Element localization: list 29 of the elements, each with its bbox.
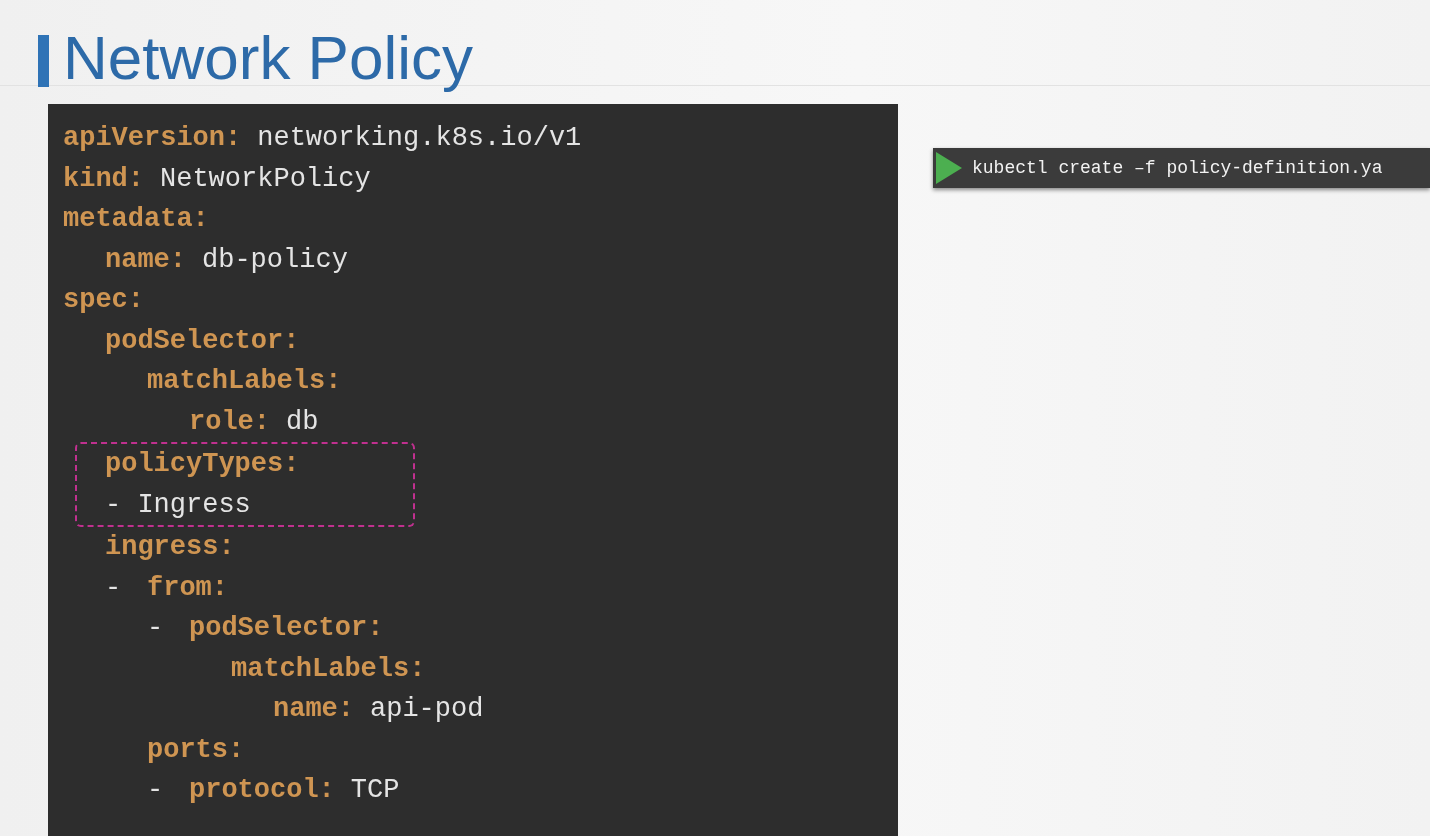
- yaml-key: spec:: [63, 285, 144, 316]
- yaml-value: db: [286, 406, 319, 437]
- list-dash: -: [147, 613, 165, 644]
- yaml-key: from:: [147, 572, 228, 603]
- yaml-key: protocol:: [189, 775, 335, 806]
- yaml-value: networking.k8s.io/v1: [257, 123, 582, 154]
- play-icon: [936, 152, 962, 184]
- yaml-value: - Ingress: [105, 489, 251, 520]
- yaml-value: TCP: [350, 775, 400, 806]
- yaml-key: name:: [273, 694, 354, 725]
- yaml-key: metadata:: [63, 204, 209, 235]
- yaml-value: NetworkPolicy: [160, 163, 371, 194]
- yaml-key: kind:: [63, 163, 144, 194]
- yaml-key: matchLabels:: [231, 653, 426, 684]
- title-accent-bar: [38, 34, 49, 87]
- yaml-key: apiVersion:: [63, 123, 242, 154]
- yaml-value: db-policy: [202, 244, 348, 275]
- terminal-command: kubectl create –f policy-definition.ya: [972, 158, 1383, 178]
- yaml-key: ingress:: [105, 532, 235, 563]
- list-dash: -: [147, 775, 165, 806]
- yaml-key: podSelector:: [189, 613, 384, 644]
- yaml-key: role:: [189, 406, 270, 437]
- yaml-key: name:: [105, 244, 186, 275]
- yaml-key: podSelector:: [105, 325, 300, 356]
- yaml-key: ports:: [147, 734, 245, 765]
- yaml-key: matchLabels:: [147, 366, 342, 397]
- yaml-value: api-pod: [370, 694, 484, 725]
- list-dash: -: [105, 572, 123, 603]
- yaml-key: policyTypes:: [105, 449, 300, 480]
